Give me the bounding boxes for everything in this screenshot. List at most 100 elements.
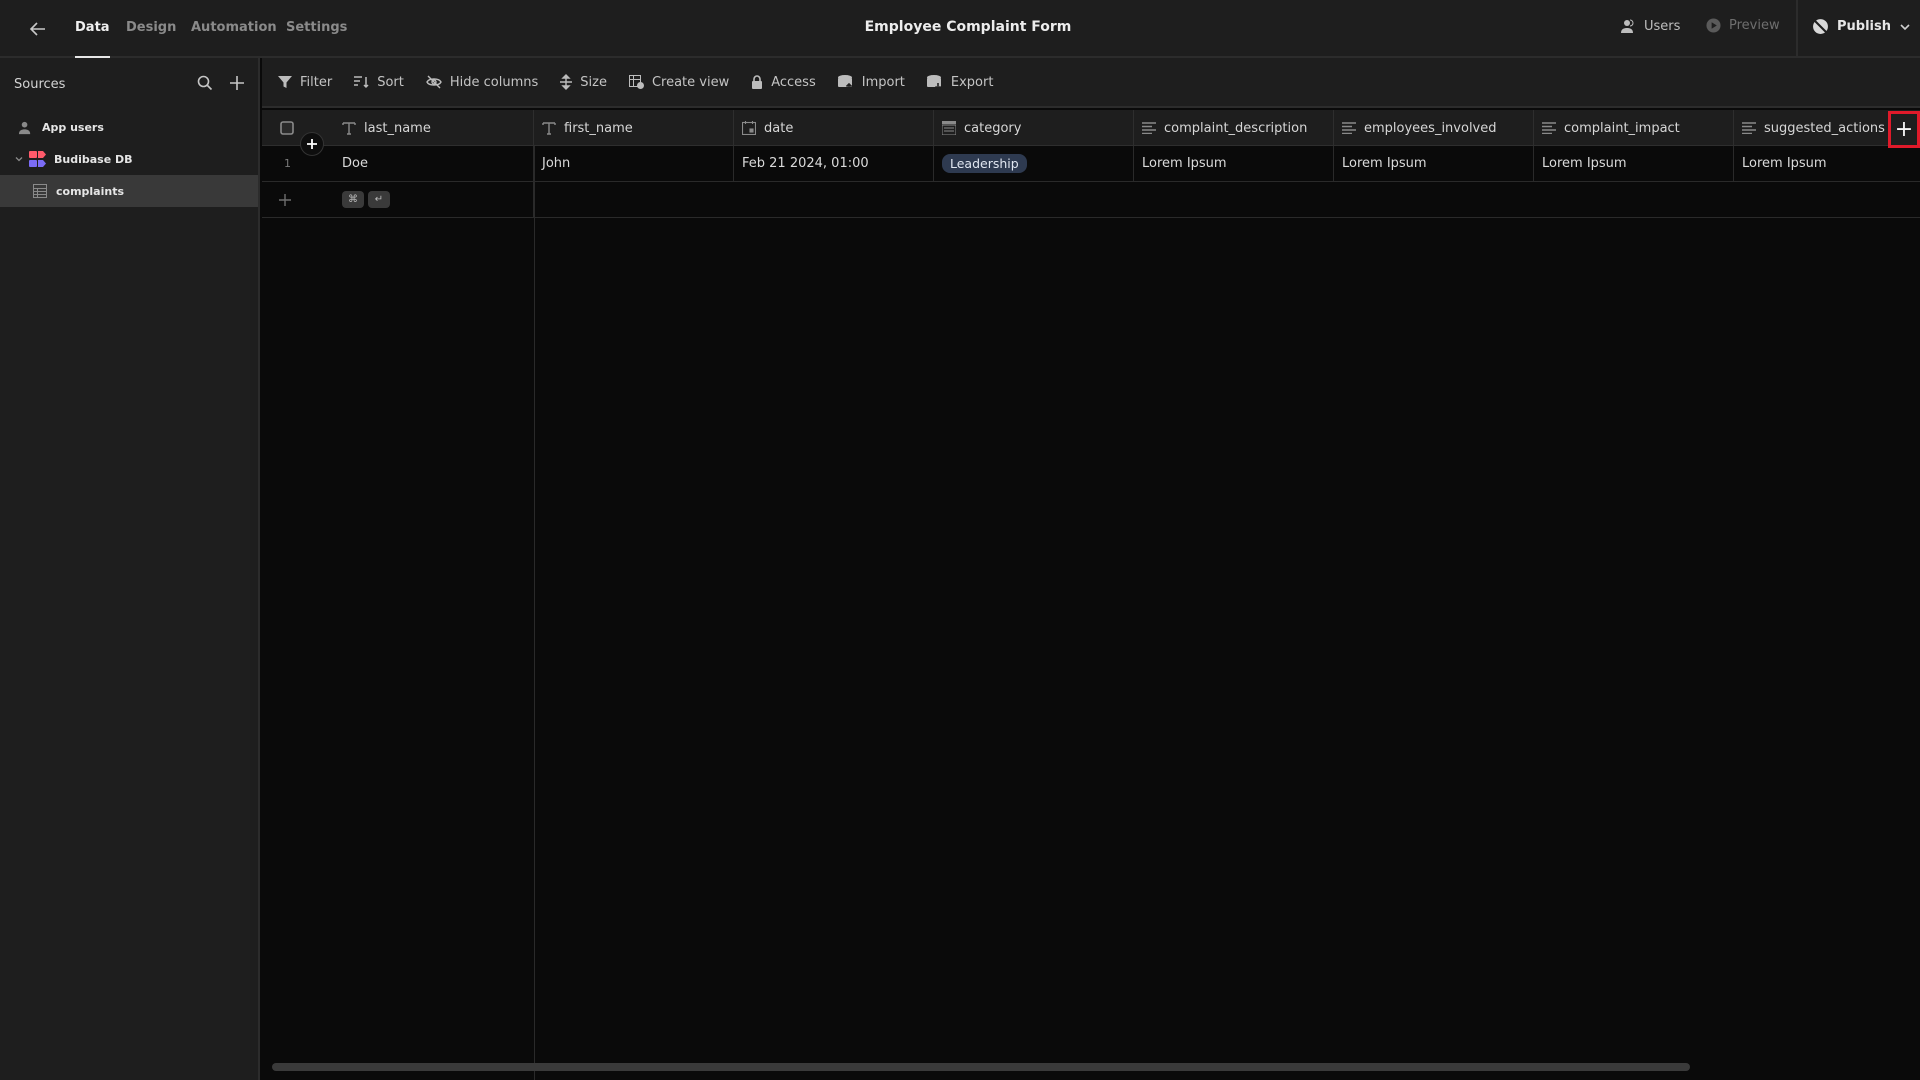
top-bar: Data Design Automation Settings Employee… [0,0,1920,58]
data-grid: last_name first_name date category compl… [262,110,1920,1080]
text-type-icon [342,122,356,135]
size-label: Size [580,74,607,90]
size-button[interactable]: Size [560,74,607,90]
longform-type-icon [1742,122,1756,134]
cell-suggested-actions[interactable]: Lorem Ipsum [1734,146,1920,181]
calendar-icon [742,121,756,135]
sidebar-item-label: App users [42,120,104,134]
chevron-down-icon [15,157,23,162]
search-sources-button[interactable] [197,75,213,95]
plus-icon [279,193,291,206]
text-type-icon [542,122,556,135]
sources-heading: Sources [14,77,66,92]
access-label: Access [771,74,816,90]
column-header-date[interactable]: date [734,110,934,146]
horizontal-scrollbar[interactable] [272,1063,1690,1071]
column-name: last_name [364,120,431,136]
filter-label: Filter [300,74,333,90]
preview-button[interactable]: Preview [1706,18,1780,33]
sources-sidebar: Sources App users Budibase DB complaints [0,58,260,1080]
grid-header: last_name first_name date category compl… [262,110,1920,148]
new-row[interactable]: ⌘ ↵ [262,182,1920,218]
sidebar-item-label: complaints [56,184,125,198]
grid-toolbar: Filter Sort Hide columns Size Create vie… [262,58,1920,108]
sticky-column-divider [534,146,535,1080]
sidebar-item-budibase-db[interactable]: Budibase DB [0,143,258,175]
sort-button[interactable]: Sort [354,75,404,90]
play-circle-icon [1706,18,1721,33]
column-header-complaint-impact[interactable]: complaint_impact [1534,110,1734,146]
column-header-last-name[interactable]: last_name [334,110,534,146]
hide-columns-button[interactable]: Hide columns [426,75,538,90]
column-name: suggested_actions [1764,120,1885,136]
cell-employees-involved[interactable]: Lorem Ipsum [1334,146,1534,181]
budibase-db-icon [29,151,46,167]
cmd-key: ⌘ [342,191,364,208]
database-export-icon [926,74,941,90]
column-name: first_name [564,120,633,136]
category-badge: Leadership [942,154,1027,173]
filter-icon [278,76,292,88]
add-row-above-button[interactable] [300,132,324,156]
sort-label: Sort [377,74,404,90]
longform-type-icon [1542,122,1556,134]
cell-date[interactable]: Feb 21 2024, 01:00 [734,146,934,181]
lock-icon [752,75,763,89]
publish-label: Publish [1837,19,1891,34]
column-header-first-name[interactable]: first_name [534,110,734,146]
cell-first-name[interactable]: John [534,146,734,181]
resize-vertical-icon [560,74,573,90]
import-label: Import [861,74,905,90]
cell-complaint-impact[interactable]: Lorem Ipsum [1534,146,1734,181]
users-icon [1621,19,1634,33]
column-name: date [764,120,794,136]
longform-type-icon [1142,122,1156,134]
column-name: category [964,120,1022,136]
table-row[interactable]: 1 Doe John Feb 21 2024, 01:00 Leadership… [262,146,1920,182]
create-view-button[interactable]: Create view [628,74,730,90]
users-button[interactable]: Users [1620,18,1680,34]
export-button[interactable]: Export [926,74,994,90]
import-button[interactable]: Import [837,74,905,90]
column-name: complaint_impact [1564,120,1680,136]
filter-button[interactable]: Filter [278,75,332,90]
cell-category[interactable]: Leadership [934,146,1134,181]
preview-label: Preview [1729,18,1780,33]
create-view-label: Create view [651,74,730,90]
export-label: Export [950,74,994,90]
table-icon [33,184,47,198]
column-header-category[interactable]: category [934,110,1134,146]
table-add-icon [628,75,644,89]
chevron-down-icon [1900,23,1910,30]
topbar-divider [1796,0,1798,58]
access-button[interactable]: Access [751,75,816,90]
hide-columns-label: Hide columns [449,74,539,90]
column-header-complaint-description[interactable]: complaint_description [1134,110,1334,146]
eye-off-icon [426,75,442,89]
sort-icon [354,76,369,89]
publish-button[interactable]: Publish [1812,18,1919,35]
row-index: 1 [284,157,291,170]
column-name: complaint_description [1164,120,1308,136]
sidebar-item-complaints[interactable]: complaints [0,175,258,207]
globe-strike-icon [1813,19,1828,34]
options-type-icon [942,121,956,135]
plus-icon [307,139,317,149]
sidebar-item-label: Budibase DB [54,152,133,166]
cell-complaint-description[interactable]: Lorem Ipsum [1134,146,1334,181]
cell-last-name[interactable]: Doe [334,146,534,181]
add-row-button[interactable] [262,182,334,217]
column-name: employees_involved [1364,120,1497,136]
add-source-button[interactable] [229,75,245,95]
sidebar-item-app-users[interactable]: App users [0,111,258,143]
column-header-employees-involved[interactable]: employees_involved [1334,110,1534,146]
database-import-icon [837,74,852,90]
longform-type-icon [1342,122,1356,134]
plus-icon [230,76,244,90]
checkbox-icon [280,121,294,135]
search-icon [197,75,213,91]
users-icon [18,121,31,134]
add-column-button[interactable]: + [1888,111,1920,148]
users-label: Users [1644,18,1681,34]
enter-key: ↵ [368,191,390,208]
